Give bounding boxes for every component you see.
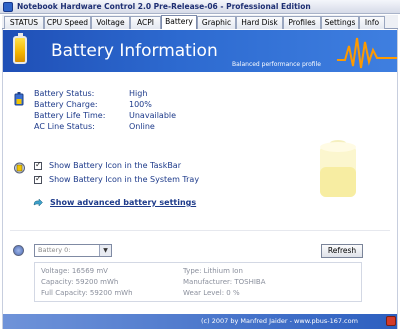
tab-graphic[interactable]: Graphic: [197, 16, 236, 29]
wave-graphic-icon: [337, 37, 397, 69]
tab-hard-disk[interactable]: Hard Disk: [236, 16, 283, 29]
manufacturer-text: Manufacturer: TOSHIBA: [183, 278, 266, 286]
show-tray-checkbox[interactable]: [34, 174, 42, 184]
tab-profiles[interactable]: Profiles: [283, 16, 321, 29]
battery-device-icon: [13, 245, 24, 256]
tab-status[interactable]: STATUS: [4, 16, 44, 29]
window-title: Notebook Hardware Control 2.0 Pre-Releas…: [17, 2, 311, 11]
refresh-button[interactable]: Refresh: [321, 244, 363, 258]
page-title: Battery Information: [51, 41, 218, 61]
separator: [10, 230, 390, 231]
chevron-down-icon[interactable]: ▼: [99, 245, 111, 256]
link-arrow-icon: [33, 199, 43, 207]
battery-icon: [13, 33, 27, 64]
battery-select-value: Battery 0:: [38, 246, 71, 254]
header-banner: Battery Information Balanced performance…: [3, 30, 397, 72]
ac-line-label: AC Line Status:: [34, 122, 95, 131]
tab-settings[interactable]: Settings: [321, 16, 359, 29]
tab-bar: STATUS CPU Speed Voltage ACPI Battery Gr…: [2, 15, 398, 30]
profile-label: Balanced performance profile: [232, 61, 321, 68]
battery-life-value: Unavailable: [129, 111, 177, 120]
footer-bar: (c) 2007 by Manfred Jaider - www.pbus-16…: [3, 314, 397, 329]
tab-info[interactable]: Info: [359, 16, 385, 29]
battery-life-label: Battery Life Time:: [34, 111, 106, 120]
type-text: Type: Lithium Ion: [183, 267, 243, 275]
battery-status-value: High: [129, 89, 148, 98]
capacity-text: Capacity: 59200 mWh: [41, 278, 119, 286]
battery-charge-label: Battery Charge:: [34, 100, 98, 109]
tab-voltage[interactable]: Voltage: [91, 16, 130, 29]
battery-status-label: Battery Status:: [34, 89, 95, 98]
tab-acpi[interactable]: ACPI: [130, 16, 161, 29]
battery-select[interactable]: Battery 0: ▼: [34, 244, 112, 257]
battery-status-icon: [14, 92, 24, 106]
show-taskbar-checkbox[interactable]: [34, 160, 42, 170]
show-taskbar-label: Show Battery Icon in the TaskBar: [49, 161, 181, 170]
title-bar: Notebook Hardware Control 2.0 Pre-Releas…: [0, 0, 400, 14]
app-icon: [3, 2, 13, 12]
wear-level-text: Wear Level: 0 %: [183, 289, 240, 297]
full-capacity-text: Full Capacity: 59200 mWh: [41, 289, 133, 297]
copyright-text: (c) 2007 by Manfred Jaider - www.pbus-16…: [201, 317, 358, 325]
tab-cpu-speed[interactable]: CPU Speed: [44, 16, 91, 29]
options-icon: [14, 162, 25, 174]
app-logo-icon: [386, 316, 396, 326]
battery-charge-value: 100%: [129, 100, 152, 109]
tab-battery[interactable]: Battery: [161, 15, 197, 30]
advanced-settings-link[interactable]: Show advanced battery settings: [50, 198, 196, 207]
battery-details-box: Voltage: 16569 mV Capacity: 59200 mWh Fu…: [34, 262, 362, 302]
ac-line-value: Online: [129, 122, 155, 131]
show-tray-label: Show Battery Icon in the System Tray: [49, 175, 200, 184]
large-battery-icon: [320, 140, 356, 197]
voltage-text: Voltage: 16569 mV: [41, 267, 108, 275]
